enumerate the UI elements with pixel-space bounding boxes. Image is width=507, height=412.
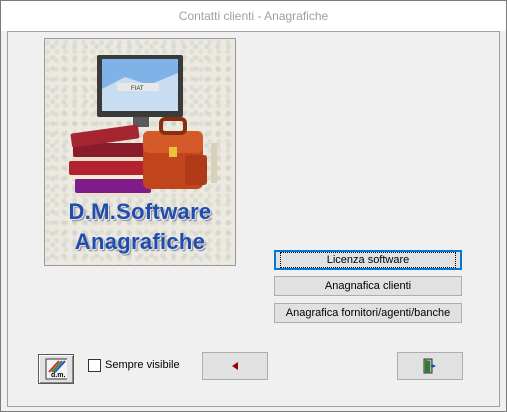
sempre-visibile-label: Sempre visibile xyxy=(105,359,180,371)
dm-logo-button[interactable]: d.m. xyxy=(38,354,74,384)
licenza-software-button[interactable]: Licenza software xyxy=(274,250,462,270)
exit-door-icon xyxy=(423,358,436,374)
dm-logo-icon: d.m. xyxy=(45,358,67,380)
anagrafica-clienti-button[interactable]: Anagnafica clienti xyxy=(274,276,462,296)
client-area: FIAT D.M.Software Anagrafiche Licenza so… xyxy=(7,31,500,407)
logo-title-line2: Anagrafiche xyxy=(74,229,206,254)
sempre-visibile-control[interactable]: Sempre visibile xyxy=(88,358,180,372)
anagrafica-fornitori-label: Anagrafica fornitori/agenti/banche xyxy=(285,307,451,319)
window-title: Contatti clienti - Anagrafiche xyxy=(178,9,329,23)
logo-title-line1: D.M.Software xyxy=(68,199,212,224)
exit-button[interactable] xyxy=(397,352,463,380)
anagrafica-fornitori-button[interactable]: Anagrafica fornitori/agenti/banche xyxy=(274,303,462,323)
dm-badge-text: d.m. xyxy=(51,372,65,379)
back-button[interactable] xyxy=(202,352,268,380)
product-logo-image: FIAT D.M.Software Anagrafiche xyxy=(44,38,236,266)
title-bar[interactable]: Contatti clienti - Anagrafiche xyxy=(1,1,506,31)
sempre-visibile-checkbox[interactable] xyxy=(88,358,101,372)
licenza-software-label: Licenza software xyxy=(279,252,457,268)
back-arrow-icon xyxy=(232,362,238,370)
anagrafica-clienti-label: Anagnafica clienti xyxy=(324,280,412,292)
app-window: Contatti clienti - Anagrafiche FIAT D.M.… xyxy=(0,0,507,412)
monitor-label: FIAT xyxy=(131,86,144,92)
